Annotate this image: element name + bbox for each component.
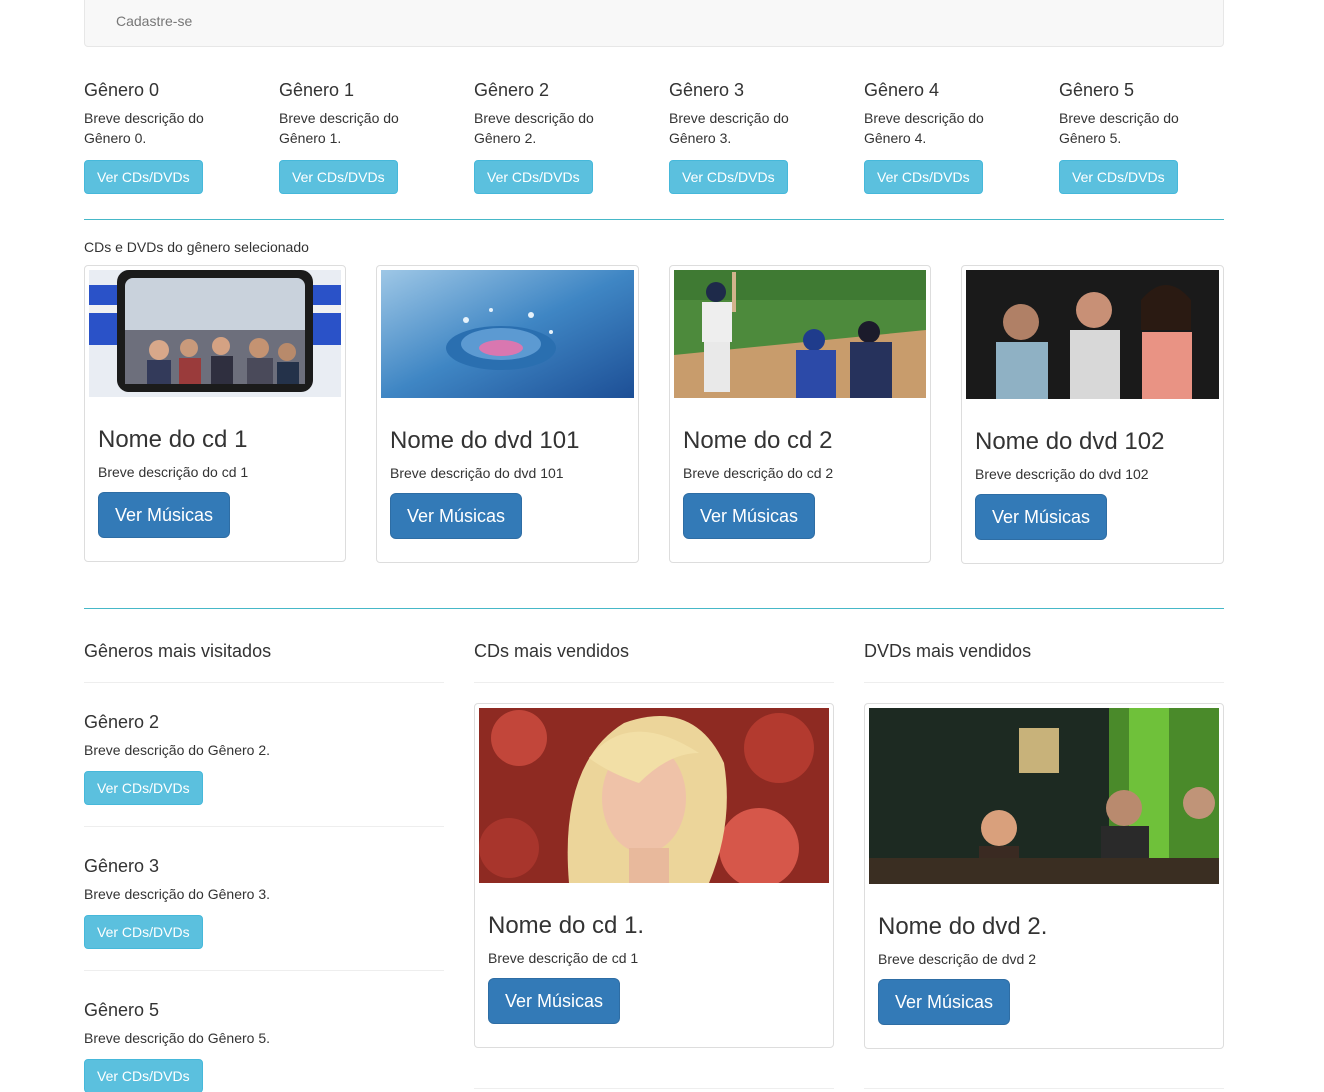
view-songs-button[interactable]: Ver Músicas [390,493,523,539]
product-title: Nome do dvd 101 [390,427,580,454]
product-description: Breve descrição do cd 1 [98,464,249,480]
genre-item: Gênero 5 Breve descrição do Gênero 5. Ve… [1059,78,1224,194]
register-link[interactable]: Cadastre-se [116,13,192,29]
product-card: Nome do dvd 102 Breve descrição do dvd 1… [961,265,1224,564]
product-title: Nome do dvd 102 [975,428,1165,455]
product-title: Nome do dvd 2. [878,913,1048,940]
top-cds-title: CDs mais vendidos [474,641,630,661]
genre-title: Gênero 2 [474,80,550,100]
product-description: Breve descrição do cd 2 [683,465,834,481]
genre-description: Breve descrição do Gênero 4. [864,110,984,146]
top-cd-card: Nome do cd 1. Breve descrição de cd 1 Ve… [474,703,834,1048]
separator [84,826,444,827]
most-visited-title: Gêneros mais visitados [84,641,272,661]
genre-title: Gênero 3 [84,856,160,876]
separator [864,1088,1224,1089]
genre-description: Breve descrição do Gênero 2. [474,110,594,146]
product-title: Nome do cd 1. [488,912,645,939]
genre-item: Gênero 0 Breve descrição do Gênero 0. Ve… [84,78,249,194]
divider [84,608,1224,609]
product-card: Nome do cd 1 Breve descrição do cd 1 Ver… [84,265,346,562]
separator [474,1088,834,1089]
product-image [89,270,341,397]
genre-title: Gênero 5 [84,1000,160,1020]
genre-title: Gênero 4 [864,80,940,100]
view-songs-button[interactable]: Ver Músicas [488,978,621,1024]
view-cds-dvds-button[interactable]: Ver CDs/DVDs [474,160,593,194]
product-description: Breve descrição de dvd 2 [878,951,1036,967]
selected-genre-label: CDs e DVDs do gênero selecionado [84,239,309,255]
view-songs-button[interactable]: Ver Músicas [98,492,231,538]
product-image [966,270,1219,399]
view-songs-button[interactable]: Ver Músicas [683,493,816,539]
separator [84,970,444,971]
genre-title: Gênero 3 [669,80,745,100]
genre-description: Breve descrição do Gênero 2. [84,742,270,758]
product-description: Breve descrição do dvd 101 [390,465,564,481]
product-card: Nome do dvd 101 Breve descrição do dvd 1… [376,265,639,563]
separator [864,682,1224,683]
visited-genre-item: Gênero 5 Breve descrição do Gênero 5. Ve… [84,998,444,1092]
genre-item: Gênero 4 Breve descrição do Gênero 4. Ve… [864,78,1029,194]
view-cds-dvds-button[interactable]: Ver CDs/DVDs [84,771,203,805]
genre-item: Gênero 3 Breve descrição do Gênero 3. Ve… [669,78,834,194]
separator [84,682,444,683]
view-cds-dvds-button[interactable]: Ver CDs/DVDs [864,160,983,194]
genre-title: Gênero 0 [84,80,160,100]
view-songs-button[interactable]: Ver Músicas [975,494,1108,540]
genre-item: Gênero 2 Breve descrição do Gênero 2. Ve… [474,78,639,194]
genre-description: Breve descrição do Gênero 5. [84,1030,270,1046]
genre-list: Gênero 0 Breve descrição do Gênero 0. Ve… [84,78,1224,198]
product-title: Nome do cd 2 [683,427,833,454]
genre-description: Breve descrição do Gênero 3. [669,110,789,146]
product-card: Nome do cd 2 Breve descrição do cd 2 Ver… [669,265,931,563]
view-cds-dvds-button[interactable]: Ver CDs/DVDs [1059,160,1178,194]
product-description: Breve descrição de cd 1 [488,950,639,966]
top-dvd-card: Nome do dvd 2. Breve descrição de dvd 2 … [864,703,1224,1049]
genre-description: Breve descrição do Gênero 5. [1059,110,1179,146]
product-image [674,270,926,398]
visited-genre-item: Gênero 3 Breve descrição do Gênero 3. Ve… [84,854,444,949]
product-image [381,270,634,398]
product-title: Nome do cd 1 [98,426,248,453]
genre-title: Gênero 2 [84,712,160,732]
genre-description: Breve descrição do Gênero 1. [279,110,399,146]
view-songs-button[interactable]: Ver Músicas [878,979,1011,1025]
top-dvds-title: DVDs mais vendidos [864,641,1032,661]
genre-title: Gênero 1 [279,80,355,100]
navbar: Cadastre-se [84,0,1224,47]
genre-description: Breve descrição do Gênero 3. [84,886,270,902]
genre-description: Breve descrição do Gênero 0. [84,110,204,146]
divider [84,219,1224,220]
separator [474,682,834,683]
view-cds-dvds-button[interactable]: Ver CDs/DVDs [279,160,398,194]
product-description: Breve descrição do dvd 102 [975,466,1149,482]
view-cds-dvds-button[interactable]: Ver CDs/DVDs [84,160,203,194]
view-cds-dvds-button[interactable]: Ver CDs/DVDs [669,160,788,194]
visited-genre-item: Gênero 2 Breve descrição do Gênero 2. Ve… [84,710,444,805]
view-cds-dvds-button[interactable]: Ver CDs/DVDs [84,1059,203,1092]
genre-title: Gênero 5 [1059,80,1135,100]
view-cds-dvds-button[interactable]: Ver CDs/DVDs [84,915,203,949]
product-image [869,708,1219,884]
product-image [479,708,829,883]
genre-item: Gênero 1 Breve descrição do Gênero 1. Ve… [279,78,444,194]
